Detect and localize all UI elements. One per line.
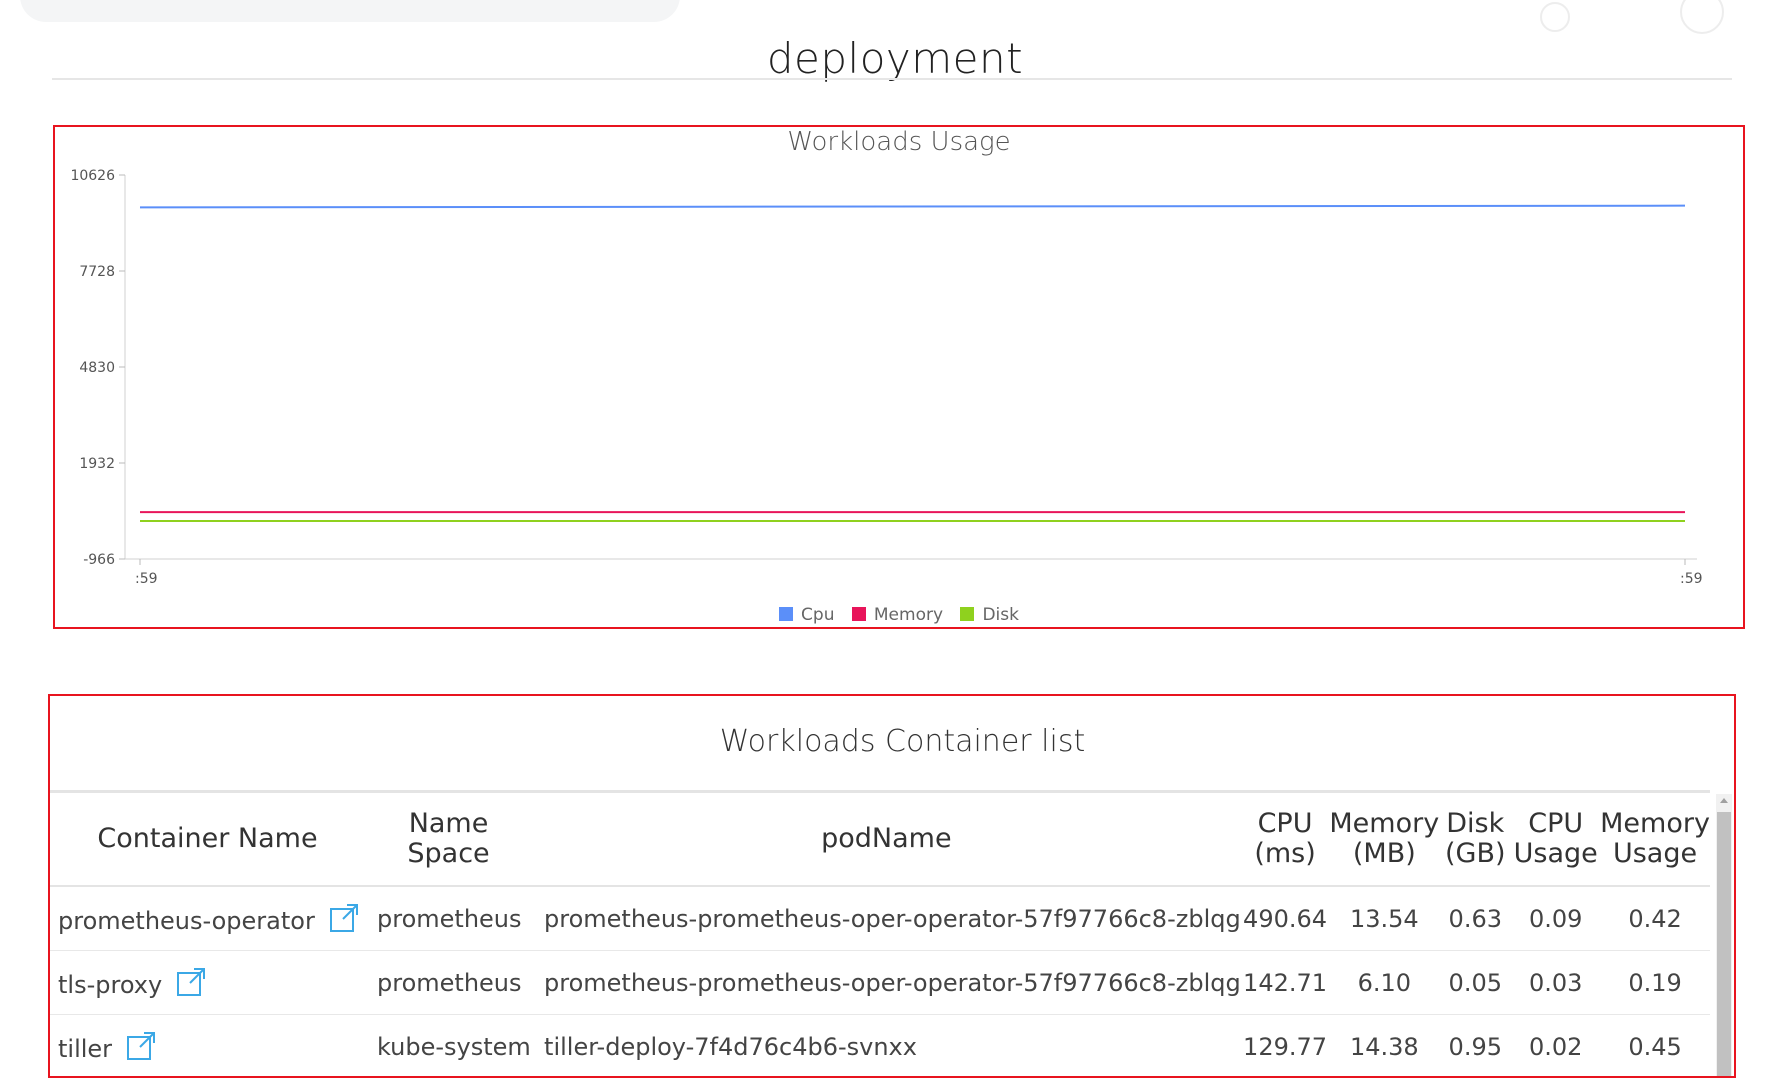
pod-name-cell: tiller-deploy-7f4d76c4b6-svnxx — [532, 1014, 1241, 1076]
memory-usage-cell: 0.45 — [1600, 1014, 1710, 1076]
workloads-usage-chart: Workloads Usage 10626 7728 4830 1932 -966:59… — [53, 125, 1745, 629]
cpu-cell: 142.71 — [1240, 950, 1330, 1015]
table-row[interactable]: tiller kube-system tiller-deploy-7f4d76c… — [50, 1014, 1710, 1076]
disk-cell: 0.95 — [1439, 1014, 1512, 1076]
x-tick-label: :59 — [135, 571, 158, 587]
legend-swatch-disk — [960, 607, 975, 621]
cpu-usage-cell: 0.09 — [1511, 886, 1601, 951]
disk-cell: 0.05 — [1439, 950, 1512, 1015]
container-name: tiller — [58, 1034, 113, 1063]
user-icon — [1680, 0, 1724, 34]
page: deployment Workloads Usage 10626 7728 4830… — [0, 0, 1773, 1092]
container-name: prometheus-operator — [58, 906, 315, 935]
x-tick-label: :59 — [1680, 571, 1703, 587]
namespace-cell: prometheus — [365, 950, 533, 1015]
y-tick-label: 10626 — [70, 168, 115, 184]
legend-label-memory: Memory — [873, 605, 944, 625]
pod-name-cell: prometheus-prometheus-oper-operator-57f9… — [532, 886, 1241, 951]
workloads-container-list: Workloads Container list Container Name … — [48, 694, 1736, 1078]
header-cpu-ms[interactable]: CPU (ms) — [1240, 793, 1330, 887]
container-name-cell: prometheus-operator — [50, 886, 366, 951]
chart-legend: Cpu Memory Disk — [55, 605, 1743, 625]
search-bar-ghost — [20, 0, 680, 22]
table-scrollbar[interactable] — [1716, 794, 1732, 1076]
table-row[interactable]: tls-proxy prometheus prometheus-promethe… — [50, 950, 1710, 1015]
pod-name-cell: prometheus-prometheus-oper-operator-57f9… — [532, 950, 1241, 1015]
cpu-cell: 129.77 — [1240, 1014, 1330, 1076]
external-link-icon[interactable] — [329, 903, 359, 933]
disk-cell: 0.63 — [1439, 886, 1512, 951]
header-container-name[interactable]: Container Name — [50, 793, 366, 887]
cpu-usage-cell: 0.02 — [1511, 1014, 1601, 1076]
usage-chart-svg: 10626 7728 4830 1932 -966 :59 :59 — [70, 168, 1703, 587]
table-title: Workloads Container list — [719, 724, 1086, 759]
header-memory-mb[interactable]: Memory (MB) — [1329, 793, 1440, 887]
y-tick-label: 4830 — [79, 360, 115, 376]
cpu-cell: 490.64 — [1240, 886, 1330, 951]
y-tick-label: 1932 — [79, 456, 115, 472]
namespace-cell: kube-system — [365, 1014, 533, 1076]
external-link-icon[interactable] — [176, 967, 206, 997]
settings-icon — [1540, 2, 1570, 32]
cpu-usage-cell: 0.03 — [1511, 950, 1601, 1015]
namespace-cell: prometheus — [365, 886, 533, 951]
legend-label-disk: Disk — [982, 605, 1019, 625]
header-name-space[interactable]: Name Space — [365, 793, 533, 887]
legend-item-memory[interactable]: Memory — [851, 605, 944, 625]
series-line-cpu — [139, 204, 1686, 209]
table-row[interactable]: prometheus-operator prometheus prometheu… — [50, 886, 1710, 951]
container-name-cell: tiller — [50, 1014, 366, 1076]
legend-item-cpu[interactable]: Cpu — [779, 605, 834, 625]
legend-label-cpu: Cpu — [801, 605, 835, 625]
memory-cell: 13.54 — [1329, 886, 1440, 951]
external-link-icon[interactable] — [126, 1031, 156, 1061]
legend-swatch-cpu — [779, 607, 794, 621]
header-disk-gb[interactable]: Disk (GB) — [1439, 793, 1512, 887]
header-pod-name[interactable]: podName — [532, 793, 1241, 887]
scroll-up-arrow-icon[interactable] — [1720, 798, 1728, 803]
table-header-row: Container Name Name Space podName CPU (ms… — [50, 793, 1710, 887]
y-tick-label: -966 — [83, 552, 115, 568]
scroll-thumb[interactable] — [1717, 812, 1731, 1076]
legend-item-disk[interactable]: Disk — [960, 605, 1019, 625]
memory-cell: 6.10 — [1329, 950, 1440, 1015]
title-divider — [52, 78, 1732, 80]
memory-cell: 14.38 — [1329, 1014, 1440, 1076]
memory-usage-cell: 0.42 — [1600, 886, 1710, 951]
memory-usage-cell: 0.19 — [1600, 950, 1710, 1015]
header-memory-usage[interactable]: Memory Usage — [1600, 793, 1710, 887]
container-table: Container Name Name Space podName CPU (ms… — [50, 793, 1710, 1076]
page-title: deployment — [766, 34, 1024, 84]
container-name: tls-proxy — [58, 970, 163, 999]
y-tick-label: 7728 — [79, 264, 115, 280]
container-name-cell: tls-proxy — [50, 950, 366, 1015]
legend-swatch-memory — [851, 607, 866, 621]
header-cpu-usage[interactable]: CPU Usage — [1511, 793, 1601, 887]
